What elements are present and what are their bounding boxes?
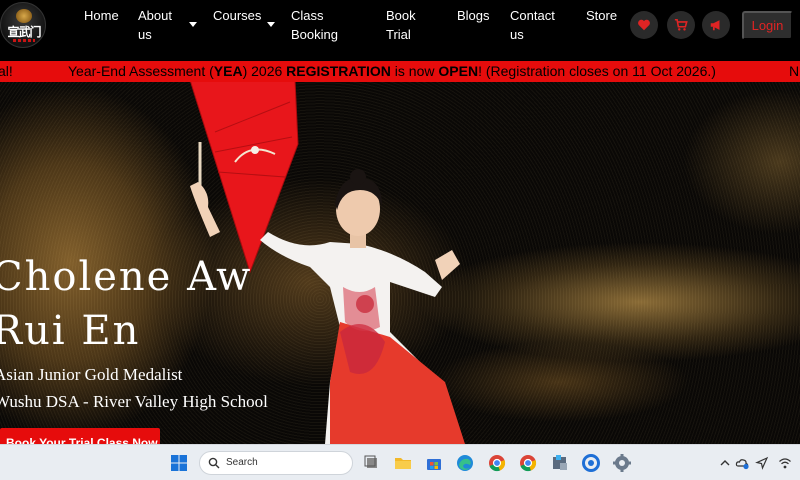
marquee-part: Year-End Assessment ( xyxy=(68,63,214,79)
search-icon xyxy=(208,457,220,469)
marquee-next-text: N xyxy=(789,63,800,79)
security-icon[interactable] xyxy=(580,452,602,474)
announcement-marquee: al! Year-End Assessment (YEA) 2026 REGIS… xyxy=(0,61,800,82)
taskbar: Search xyxy=(0,444,800,480)
nav-home[interactable]: Home xyxy=(84,6,119,25)
marquee-yea: YEA xyxy=(213,63,243,79)
book-trial-cta-button[interactable]: Book Your Trial Class Now xyxy=(0,428,160,444)
taskbar-search-input[interactable]: Search xyxy=(199,451,353,475)
announcement-button[interactable] xyxy=(702,11,730,39)
navbar: 宣武门 Home About us Courses Class Booking … xyxy=(0,0,800,60)
nav-courses[interactable]: Courses xyxy=(213,6,261,25)
logo-emblem-icon xyxy=(16,9,32,23)
chevron-up-icon[interactable] xyxy=(718,456,732,470)
marquee-text: Year-End Assessment (YEA) 2026 REGISTRAT… xyxy=(68,63,716,80)
hero-title-line-2: Rui En xyxy=(0,308,141,354)
nav-contact-us[interactable]: Contact us xyxy=(510,6,566,44)
hero-banner: Cholene Aw Rui En Asian Junior Gold Meda… xyxy=(0,82,800,444)
marquee-open: OPEN xyxy=(438,63,479,79)
marquee-part: ! (Registration closes on 11 Oct 2026.) xyxy=(478,63,716,79)
megaphone-icon xyxy=(710,20,720,31)
nav-book-trial[interactable]: Book Trial xyxy=(386,6,426,44)
app-icon[interactable] xyxy=(549,452,571,474)
task-view-icon[interactable] xyxy=(361,452,383,474)
chrome-profile-icon[interactable] xyxy=(517,452,539,474)
site-logo[interactable]: 宣武门 xyxy=(0,2,46,48)
cart-icon xyxy=(674,18,688,31)
edge-icon[interactable] xyxy=(454,452,476,474)
wifi-icon[interactable] xyxy=(778,456,792,470)
marquee-part: ) 2026 xyxy=(242,63,287,79)
store-icon[interactable] xyxy=(423,452,445,474)
chevron-down-icon[interactable] xyxy=(189,22,197,27)
windows-start-icon[interactable] xyxy=(168,452,190,474)
marquee-prev-text: al! xyxy=(0,63,13,79)
location-arrow-icon[interactable] xyxy=(755,456,769,470)
nav-about-us[interactable]: About us xyxy=(138,6,182,44)
file-explorer-icon[interactable] xyxy=(392,452,414,474)
chevron-down-icon[interactable] xyxy=(267,22,275,27)
marquee-part: is now xyxy=(390,63,439,79)
nav-class-booking[interactable]: Class Booking xyxy=(291,6,353,44)
nav-store[interactable]: Store xyxy=(586,6,617,25)
heart-icon xyxy=(638,19,650,31)
cloud-sync-icon[interactable] xyxy=(735,456,749,470)
hero-subtitle-line-1: Asian Junior Gold Medalist xyxy=(0,365,183,384)
hero-subtitle-line-2: Wushu DSA - River Valley High School xyxy=(0,392,268,411)
search-placeholder: Search xyxy=(226,457,258,468)
logo-text: 宣武门 xyxy=(7,25,41,39)
login-button[interactable]: Login xyxy=(742,11,793,40)
chrome-icon[interactable] xyxy=(486,452,508,474)
wishlist-button[interactable] xyxy=(630,11,658,39)
nav-blogs[interactable]: Blogs xyxy=(457,6,490,25)
logo-dots xyxy=(13,39,35,42)
cart-button[interactable] xyxy=(667,11,695,39)
settings-icon[interactable] xyxy=(611,452,633,474)
marquee-registration: REGISTRATION xyxy=(286,63,391,79)
hero-title-line-1: Cholene Aw xyxy=(0,254,253,300)
